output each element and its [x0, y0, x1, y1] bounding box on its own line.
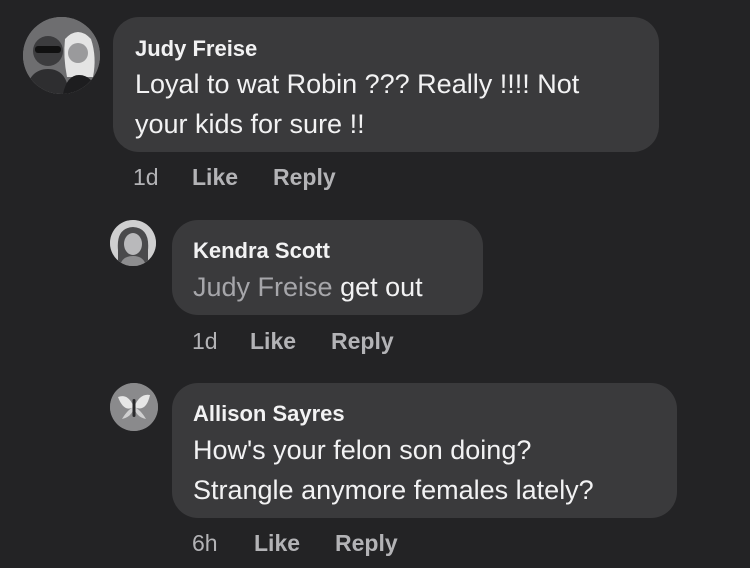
- comment-text-line: Strangle anymore females lately?: [193, 475, 594, 505]
- avatar[interactable]: [110, 383, 158, 431]
- comment-text-line: How's your felon son doing?: [193, 435, 532, 465]
- comment-text: Loyal to wat Robin ??? Really !!!! Not y…: [135, 64, 579, 144]
- like-button[interactable]: Like: [254, 530, 300, 557]
- comment-timestamp[interactable]: 1d: [192, 328, 218, 355]
- reply-button[interactable]: Reply: [335, 530, 398, 557]
- mention-link[interactable]: Judy Freise: [193, 272, 333, 302]
- comment-timestamp[interactable]: 1d: [133, 164, 159, 191]
- comment-author[interactable]: Allison Sayres: [193, 401, 345, 427]
- profile-photo-icon: [23, 17, 100, 94]
- comment-text-body: get out: [332, 272, 423, 302]
- avatar[interactable]: [23, 17, 100, 94]
- comment-text-line: Loyal to wat Robin ??? Really !!!! Not: [135, 69, 580, 99]
- comment-text: Judy Freise get out: [193, 267, 423, 307]
- profile-photo-icon: [110, 383, 158, 431]
- comment-text: How's your felon son doing? Strangle any…: [193, 430, 594, 510]
- comment-author[interactable]: Kendra Scott: [193, 238, 330, 264]
- like-button[interactable]: Like: [192, 164, 238, 191]
- comment-text-line: Judy Freise get out: [193, 267, 423, 307]
- comment-text-line: your kids for sure !!: [135, 109, 365, 139]
- reply-button[interactable]: Reply: [273, 164, 336, 191]
- profile-photo-icon: [110, 220, 156, 266]
- like-button[interactable]: Like: [250, 328, 296, 355]
- comment-author[interactable]: Judy Freise: [135, 36, 257, 62]
- reply-button[interactable]: Reply: [331, 328, 394, 355]
- avatar[interactable]: [110, 220, 156, 266]
- comment-timestamp[interactable]: 6h: [192, 530, 218, 557]
